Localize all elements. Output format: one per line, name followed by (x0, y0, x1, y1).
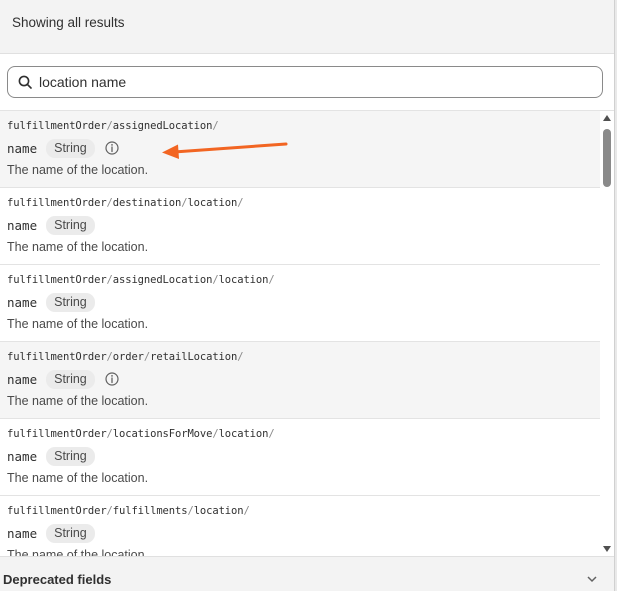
field-description: The name of the location. (7, 240, 149, 254)
path-segment: fulfillmentOrder (7, 274, 107, 286)
field-name: name (7, 448, 38, 464)
info-icon[interactable] (105, 141, 119, 155)
path-segment: retailLocation (150, 351, 238, 363)
field-description: The name of the location. (7, 548, 149, 556)
search-icon (18, 75, 32, 89)
type-badge: String (46, 215, 95, 235)
field-path: fulfillmentOrder/assignedLocation/locati… (7, 274, 275, 286)
search-field[interactable] (7, 66, 603, 98)
path-separator: / (237, 351, 244, 363)
result-row[interactable]: fulfillmentOrder/assignedLocation/name St… (0, 111, 600, 188)
path-segment: location (218, 274, 269, 286)
path-separator: / (268, 274, 275, 286)
field-name-line: name String (7, 215, 95, 235)
field-search-panel: Showing all results fulfillmentOrder/ass… (0, 0, 615, 591)
path-segment: location (187, 197, 238, 209)
field-path: fulfillmentOrder/order/retailLocation/ (7, 351, 244, 363)
field-description: The name of the location. (7, 163, 149, 177)
field-description: The name of the location. (7, 317, 149, 331)
path-segment: fulfillmentOrder (7, 351, 107, 363)
field-path: fulfillmentOrder/assignedLocation/ (7, 120, 219, 132)
scrollbar-thumb[interactable] (603, 129, 611, 187)
field-name-line: name String (7, 523, 95, 543)
result-row[interactable]: fulfillmentOrder/assignedLocation/locati… (0, 265, 600, 342)
type-badge: String (46, 369, 95, 389)
type-badge: String (46, 446, 95, 466)
field-name-line: name String (7, 292, 95, 312)
path-segment: fulfillmentOrder (7, 505, 107, 517)
type-badge: String (46, 523, 95, 543)
result-row[interactable]: fulfillmentOrder/order/retailLocation/na… (0, 342, 600, 419)
results-header: Showing all results (0, 0, 614, 54)
path-segment: location (218, 428, 269, 440)
results-list: fulfillmentOrder/assignedLocation/name St… (0, 111, 600, 556)
search-input[interactable] (39, 72, 589, 92)
field-description: The name of the location. (7, 471, 149, 485)
path-segment: fulfillments (112, 505, 188, 517)
chevron-down-icon[interactable] (586, 573, 598, 585)
type-badge: String (46, 292, 95, 312)
field-path: fulfillmentOrder/locationsForMove/locati… (7, 428, 275, 440)
deprecated-fields-section[interactable]: Deprecated fields (0, 556, 614, 591)
field-description: The name of the location. (7, 394, 149, 408)
path-segment: order (112, 351, 144, 363)
result-row[interactable]: fulfillmentOrder/destination/location/na… (0, 188, 600, 265)
path-segment: locationsForMove (112, 428, 213, 440)
results-summary: Showing all results (12, 15, 125, 30)
path-separator: / (268, 428, 275, 440)
field-name: name (7, 140, 38, 156)
scroll-down-arrow[interactable] (603, 546, 611, 552)
field-name: name (7, 525, 38, 541)
scrollbar[interactable] (600, 111, 614, 556)
deprecated-fields-title: Deprecated fields (3, 572, 112, 587)
field-path: fulfillmentOrder/fulfillments/location/ (7, 505, 250, 517)
annotation-arrow-icon (162, 142, 288, 159)
search-bar (0, 54, 614, 111)
field-name-line: name String (7, 446, 95, 466)
field-name: name (7, 217, 38, 233)
path-segment: destination (112, 197, 182, 209)
path-segment: fulfillmentOrder (7, 120, 107, 132)
result-row[interactable]: fulfillmentOrder/locationsForMove/locati… (0, 419, 600, 496)
field-name: name (7, 294, 38, 310)
path-segment: assignedLocation (112, 274, 213, 286)
scroll-up-arrow[interactable] (603, 115, 611, 121)
field-name: name (7, 371, 38, 387)
result-row[interactable]: fulfillmentOrder/fulfillments/location/n… (0, 496, 600, 556)
type-badge: String (46, 138, 95, 158)
field-name-line: name String (7, 138, 119, 158)
info-icon[interactable] (105, 372, 119, 386)
field-name-line: name String (7, 369, 119, 389)
path-segment: assignedLocation (112, 120, 213, 132)
path-segment: fulfillmentOrder (7, 197, 107, 209)
field-path: fulfillmentOrder/destination/location/ (7, 197, 244, 209)
path-separator: / (212, 120, 219, 132)
path-segment: location (193, 505, 244, 517)
path-segment: fulfillmentOrder (7, 428, 107, 440)
path-separator: / (243, 505, 250, 517)
path-separator: / (237, 197, 244, 209)
